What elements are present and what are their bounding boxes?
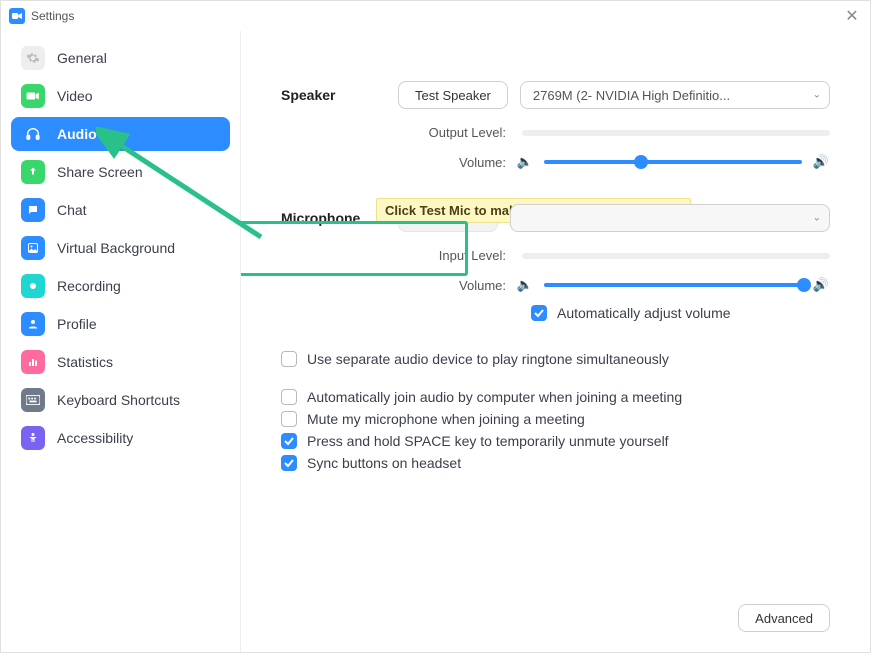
test-speaker-button[interactable]: Test Speaker	[398, 81, 508, 109]
sidebar-item-statistics[interactable]: Statistics	[11, 345, 230, 379]
keyboard-icon	[21, 388, 45, 412]
gear-icon	[21, 46, 45, 70]
speaker-device-value: 2769M (2- NVIDIA High Definitio...	[533, 88, 730, 103]
speaker-volume-slider[interactable]	[544, 154, 802, 170]
sidebar: General Video Audio Share Screen Chat Vi…	[1, 31, 241, 652]
virtual-bg-icon	[21, 236, 45, 260]
opt-mute-on-join-checkbox[interactable]	[281, 411, 297, 427]
volume-high-icon: 🔊	[812, 154, 830, 170]
slider-thumb[interactable]	[634, 155, 648, 169]
body: General Video Audio Share Screen Chat Vi…	[1, 31, 870, 652]
chevron-down-icon: ⌄	[813, 213, 821, 224]
chat-icon	[21, 198, 45, 222]
speaker-label: Speaker	[281, 87, 386, 103]
sidebar-item-audio[interactable]: Audio	[11, 117, 230, 151]
opt-space-unmute-label: Press and hold SPACE key to temporarily …	[307, 433, 669, 449]
sidebar-item-chat[interactable]: Chat	[11, 193, 230, 227]
sidebar-item-keyboard-shortcuts[interactable]: Keyboard Shortcuts	[11, 383, 230, 417]
share-screen-icon	[21, 160, 45, 184]
opt-sync-headset-checkbox[interactable]	[281, 455, 297, 471]
auto-adjust-label: Automatically adjust volume	[557, 305, 731, 321]
close-button[interactable]: ✕	[842, 6, 862, 26]
recording-icon	[21, 274, 45, 298]
statistics-icon	[21, 350, 45, 374]
chevron-down-icon: ⌄	[813, 90, 821, 101]
content-pane: Speaker Test Speaker 2769M (2- NVIDIA Hi…	[241, 31, 870, 652]
opt-separate-device-checkbox[interactable]	[281, 351, 297, 367]
auto-adjust-checkbox[interactable]	[531, 305, 547, 321]
video-icon	[21, 84, 45, 108]
opt-mute-on-join-label: Mute my microphone when joining a meetin…	[307, 411, 585, 427]
output-level-meter	[522, 130, 830, 136]
advanced-button[interactable]: Advanced	[738, 604, 830, 632]
opt-sync-headset-label: Sync buttons on headset	[307, 455, 461, 471]
volume-high-icon: 🔊	[812, 277, 830, 293]
sidebar-item-accessibility[interactable]: Accessibility	[11, 421, 230, 455]
sidebar-item-video[interactable]: Video	[11, 79, 230, 113]
output-level-label: Output Level:	[386, 125, 506, 140]
sidebar-item-profile[interactable]: Profile	[11, 307, 230, 341]
speaker-volume-label: Volume:	[386, 155, 506, 170]
profile-icon	[21, 312, 45, 336]
opt-auto-join-label: Automatically join audio by computer whe…	[307, 389, 682, 405]
opt-auto-join-checkbox[interactable]	[281, 389, 297, 405]
zoom-icon	[9, 8, 25, 24]
mic-volume-label: Volume:	[386, 278, 506, 293]
accessibility-icon	[21, 426, 45, 450]
microphone-label: Microphone	[281, 210, 386, 226]
mic-device-select[interactable]: ⌄	[510, 204, 830, 232]
sidebar-item-share-screen[interactable]: Share Screen	[11, 155, 230, 189]
speaker-device-select[interactable]: 2769M (2- NVIDIA High Definitio... ⌄	[520, 81, 830, 109]
opt-separate-device-label: Use separate audio device to play ringto…	[307, 351, 669, 367]
sidebar-item-recording[interactable]: Recording	[11, 269, 230, 303]
headphones-icon	[21, 122, 45, 146]
opt-space-unmute-checkbox[interactable]	[281, 433, 297, 449]
sidebar-item-general[interactable]: General	[11, 41, 230, 75]
window-title: Settings	[31, 9, 74, 23]
volume-low-icon: 🔈	[516, 154, 534, 170]
sidebar-item-virtual-background[interactable]: Virtual Background	[11, 231, 230, 265]
settings-window: Settings ✕ General Video Audio Share Scr…	[0, 0, 871, 653]
titlebar: Settings ✕	[1, 1, 870, 31]
mic-volume-slider[interactable]	[544, 277, 802, 293]
slider-thumb[interactable]	[797, 278, 811, 292]
volume-low-icon: 🔈	[516, 277, 534, 293]
input-level-label: Input Level:	[386, 248, 506, 263]
input-level-meter	[522, 253, 830, 259]
